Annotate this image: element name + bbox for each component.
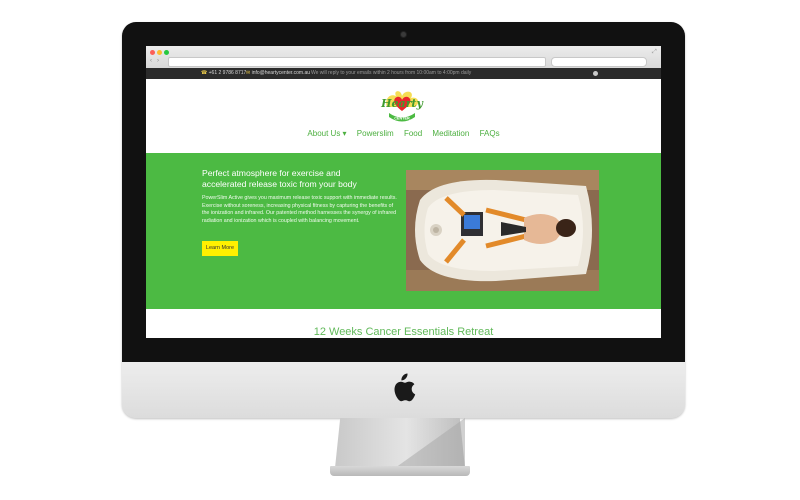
main-menu: About Us ▾ Powerslim Food Meditation FAQ… xyxy=(146,129,661,138)
stand-base xyxy=(330,466,470,476)
menu-item-food[interactable]: Food xyxy=(404,129,422,138)
site-header: Hearty CENTER About Us ▾ Powerslim Food … xyxy=(146,79,661,151)
minimize-window-button[interactable] xyxy=(157,50,162,55)
maximize-window-button[interactable] xyxy=(164,50,169,55)
apple-logo-icon xyxy=(394,373,416,402)
hero-section: Perfect atmosphere for exercise and acce… xyxy=(146,153,661,309)
contact-phone[interactable]: +61 2 9786 8717 xyxy=(209,70,247,76)
contact-topbar: ☎ +61 2 9786 8717 ✉ info@heartycenter.co… xyxy=(146,68,661,79)
menu-item-about-us[interactable]: About Us ▾ xyxy=(307,129,346,138)
contact-email[interactable]: info@heartycenter.com.au xyxy=(252,70,310,76)
menu-item-meditation[interactable]: Meditation xyxy=(432,129,469,138)
hero-title: Perfect atmosphere for exercise and acce… xyxy=(202,168,357,189)
phone-icon: ☎ xyxy=(201,70,208,76)
website-screen: ‹ › ⤢ ☎ +61 2 9786 8717 ✉ info@heartycen… xyxy=(146,46,661,338)
reply-time-note: We will reply to your emails within 2 ho… xyxy=(311,70,472,76)
monitor-chin xyxy=(122,362,685,418)
retreat-section-title: 12 Weeks Cancer Essentials Retreat xyxy=(313,326,494,338)
globe-icon[interactable] xyxy=(593,71,598,76)
hearty-center-logo[interactable]: Hearty CENTER xyxy=(378,84,426,124)
close-window-button[interactable] xyxy=(150,50,155,55)
menu-item-faqs[interactable]: FAQs xyxy=(480,129,500,138)
logo-text: Hearty xyxy=(380,97,424,110)
mail-icon: ✉ xyxy=(246,70,251,76)
hero-description: PowerSlim Active gives you maximum relea… xyxy=(202,195,397,224)
browser-search-field[interactable] xyxy=(551,57,647,67)
menu-item-powerslim[interactable]: Powerslim xyxy=(357,129,394,138)
forward-button[interactable]: › xyxy=(157,58,159,64)
back-button[interactable]: ‹ xyxy=(150,58,152,64)
address-bar[interactable] xyxy=(168,57,546,67)
learn-more-button[interactable]: Learn More xyxy=(202,241,238,256)
powerslim-capsule-photo xyxy=(406,170,599,291)
browser-toolbar: ‹ › ⤢ xyxy=(146,46,661,69)
camera-icon xyxy=(401,32,406,37)
fullscreen-icon[interactable]: ⤢ xyxy=(652,49,657,56)
logo-subtext: CENTER xyxy=(394,117,410,121)
